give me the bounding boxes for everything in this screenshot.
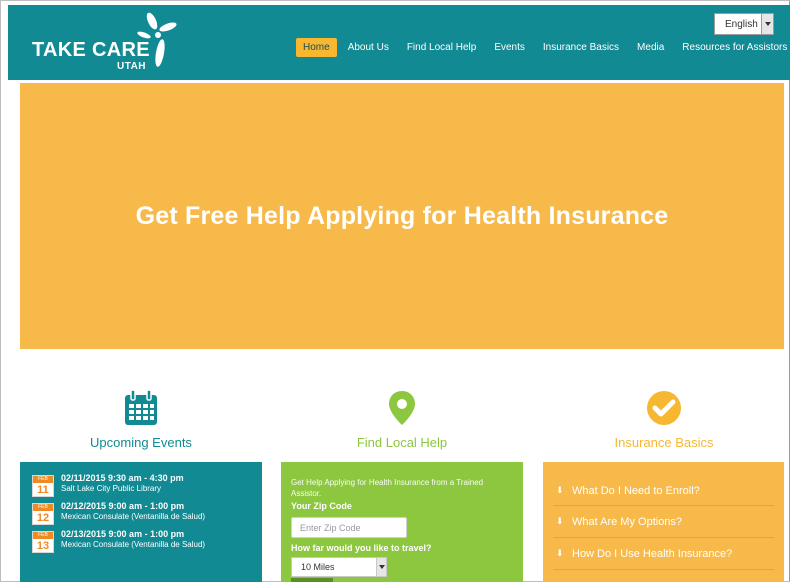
feature-insurance-basics[interactable]: Insurance Basics (584, 388, 744, 450)
event-date: 02/12/2015 9:00 am - 1:00 pm (61, 501, 185, 511)
logo-text: TAKE CARE (32, 39, 150, 61)
nav-insurance-basics[interactable]: Insurance Basics (536, 38, 626, 57)
help-intro-text: Get Help Applying for Health Insurance f… (291, 478, 484, 498)
event-item[interactable]: FEB 12 02/12/2015 9:00 am - 1:00 pm Mexi… (32, 501, 262, 525)
nav-home[interactable]: Home (296, 37, 337, 57)
nav-resources-for-assistors[interactable]: Resources for Assistors▼ (675, 38, 790, 57)
language-select[interactable]: English (714, 13, 774, 35)
feature-title-find-local-help: Find Local Help (356, 435, 448, 450)
zip-code-label: Your Zip Code (291, 501, 352, 511)
event-location[interactable]: Salt Lake City Public Library (61, 484, 184, 493)
dropdown-arrow-icon[interactable] (761, 14, 773, 34)
event-item[interactable]: FEB 13 02/13/2015 9:00 am - 1:00 pm Mexi… (32, 529, 262, 553)
calendar-month: FEB (33, 476, 53, 483)
arrow-down-icon: ⬇ (556, 548, 564, 558)
travel-distance-value: 10 Miles (301, 562, 335, 572)
main-nav: Home About Us Find Local Help Events Ins… (296, 37, 790, 57)
faq-label: What Do I Need to Enroll? (572, 484, 700, 497)
feature-find-local-help[interactable]: Find Local Help (322, 388, 482, 450)
feature-title-upcoming-events: Upcoming Events (90, 435, 192, 450)
map-pin-icon (389, 391, 415, 425)
insurance-basics-card: ⬇ What Do I Need to Enroll? ⬇ What Are M… (543, 462, 784, 582)
nav-media[interactable]: Media (630, 38, 671, 57)
site-logo[interactable]: TAKE CARE UTAH (30, 11, 180, 75)
hero-title: Get Free Help Applying for Health Insura… (135, 201, 669, 230)
zip-code-input[interactable]: Enter Zip Code (291, 517, 407, 538)
events-card: FEB 11 02/11/2015 9:30 am - 4:30 pm Salt… (20, 462, 262, 582)
nav-find-local-help[interactable]: Find Local Help (400, 38, 483, 57)
nav-about-us[interactable]: About Us (341, 38, 396, 57)
event-location[interactable]: Mexican Consulate (Ventanilla de Salud) (61, 540, 205, 549)
travel-distance-select[interactable]: 10 Miles (291, 557, 387, 577)
find-help-card: Get Help Applying for Health Insurance f… (281, 462, 523, 582)
faq-label: What Are My Options? (572, 515, 683, 528)
search-button-edge[interactable] (291, 578, 333, 582)
calendar-date-icon: FEB 13 (32, 531, 54, 553)
event-date: 02/13/2015 9:00 am - 1:00 pm (61, 529, 185, 539)
arrow-down-icon: ⬇ (556, 485, 564, 495)
event-date: 02/11/2015 9:30 am - 4:30 pm (61, 473, 184, 483)
calendar-date-icon: FEB 12 (32, 503, 54, 525)
calendar-icon (125, 389, 157, 425)
calendar-day: 12 (36, 512, 50, 524)
nav-events[interactable]: Events (487, 38, 532, 57)
event-item[interactable]: FEB 11 02/11/2015 9:30 am - 4:30 pm Salt… (32, 473, 262, 497)
event-location[interactable]: Mexican Consulate (Ventanilla de Salud) (61, 512, 205, 521)
faq-item-what-are-my-options[interactable]: ⬇ What Are My Options? (553, 506, 774, 538)
language-select-value: English (725, 18, 758, 30)
hero-banner: Get Free Help Applying for Health Insura… (20, 83, 784, 349)
site-header: TAKE CARE UTAH Home About Us Find Local … (8, 5, 790, 80)
calendar-day: 13 (36, 540, 50, 552)
calendar-month: FEB (33, 532, 53, 539)
calendar-month: FEB (33, 504, 53, 511)
faq-item-how-do-i-use[interactable]: ⬇ How Do I Use Health Insurance? (553, 538, 774, 570)
arrow-down-icon: ⬇ (556, 516, 564, 526)
faq-label: How Do I Use Health Insurance? (572, 547, 733, 560)
travel-distance-label: How far would you like to travel? (291, 543, 432, 553)
nav-resources-label: Resources for Assistors (682, 41, 788, 53)
calendar-date-icon: FEB 11 (32, 475, 54, 497)
calendar-day: 11 (37, 484, 49, 496)
check-circle-icon (647, 391, 681, 425)
feature-upcoming-events[interactable]: Upcoming Events (61, 388, 221, 450)
logo-subtext: UTAH (117, 61, 147, 72)
faq-item-what-do-i-need[interactable]: ⬇ What Do I Need to Enroll? (553, 476, 774, 506)
dropdown-arrow-icon[interactable] (376, 558, 386, 576)
feature-title-insurance-basics: Insurance Basics (614, 435, 714, 450)
